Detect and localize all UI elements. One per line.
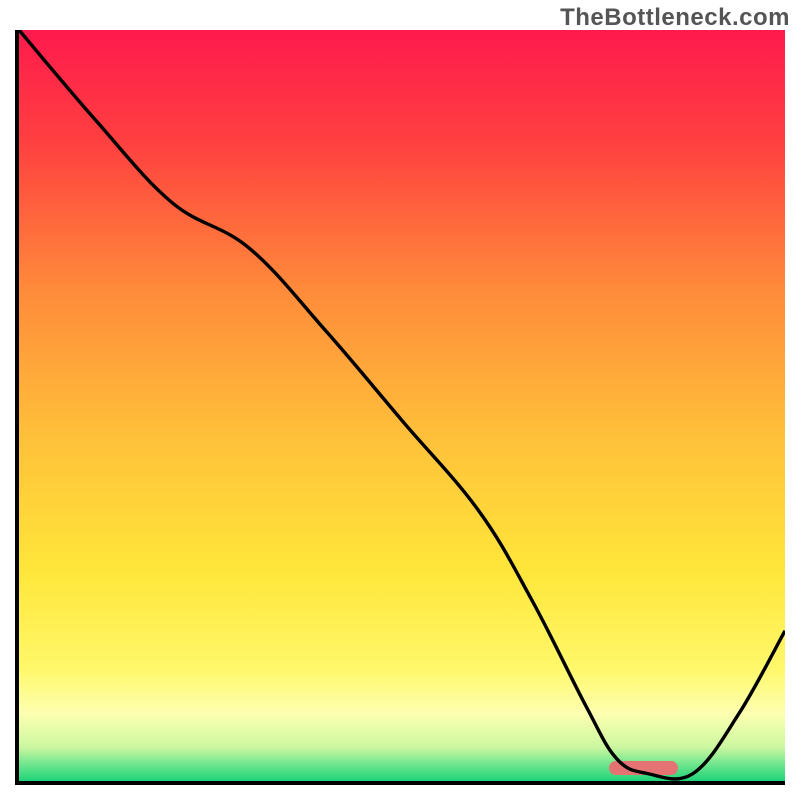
chart-container: TheBottleneck.com	[0, 0, 800, 800]
watermark-text: TheBottleneck.com	[560, 4, 790, 32]
plot-area	[15, 30, 785, 785]
curve-layer	[19, 30, 785, 781]
curve-path	[19, 30, 785, 779]
